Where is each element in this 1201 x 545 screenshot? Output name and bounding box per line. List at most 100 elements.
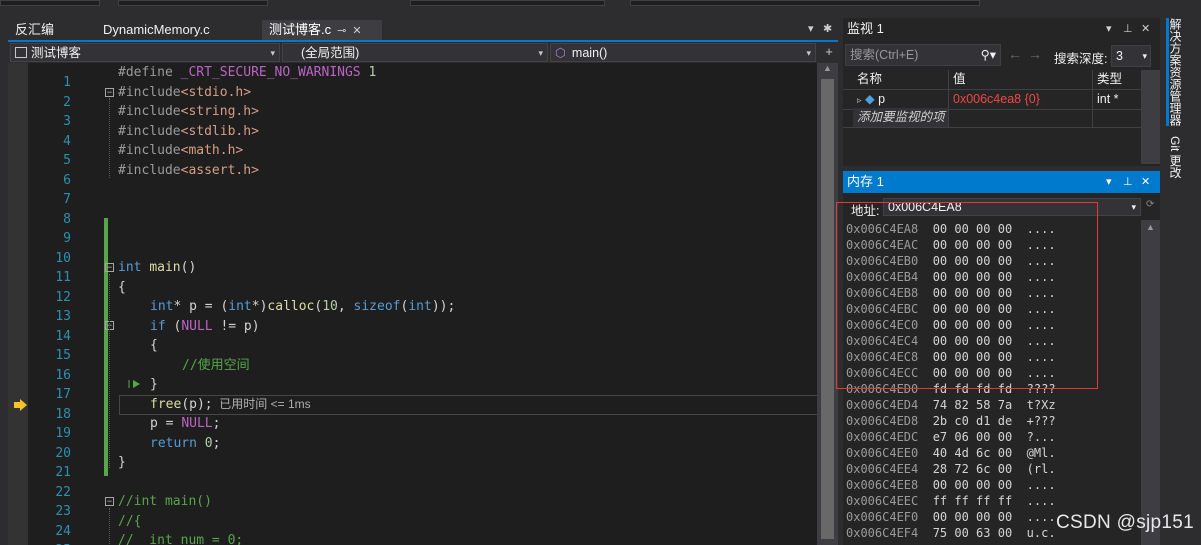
tab-solution-explorer[interactable]: 解决方案资源管理器 (1166, 18, 1184, 126)
column-header-value[interactable]: 值 (949, 70, 1089, 89)
memory-ascii: .... (1026, 494, 1056, 508)
pin-icon[interactable]: ⊥ (1123, 18, 1133, 40)
back-arrow-icon[interactable]: ← (1008, 46, 1022, 62)
function-icon: ⬡ (555, 46, 566, 60)
line-number: 15 (55, 348, 71, 363)
search-depth-select[interactable]: 3 ▾ (1111, 45, 1151, 67)
code-area[interactable]: #define _CRT_SECURE_NO_WARNINGS 1 #inclu… (102, 63, 817, 545)
memory-bytes[interactable]: 00 00 00 00 (933, 478, 1012, 492)
memory-bytes[interactable]: 2b c0 d1 de (933, 414, 1012, 428)
forward-arrow-icon[interactable]: → (1028, 46, 1042, 62)
memory-ascii: +??? (1026, 414, 1056, 428)
memory-address: 0x006C4ED8 (846, 414, 919, 428)
panel-menu-icon[interactable]: ▾ (1106, 171, 1112, 193)
code-line: return 0; (150, 435, 221, 451)
watch-table: 名称 值 类型 ▹ ◆ p 0x006c4ea8 {0} int * 添加要监视… (843, 70, 1141, 166)
memory-address: 0x006C4EF4 (846, 526, 919, 540)
close-icon[interactable]: ✕ (1141, 171, 1150, 193)
breakpoint-margin[interactable] (8, 63, 28, 545)
toolbar-fragment (118, 0, 268, 6)
line-number: 8 (63, 211, 71, 227)
line-number: 7 (63, 192, 71, 207)
code-line: #include<assert.h> (118, 162, 259, 178)
watch-vertical-scrollbar[interactable] (1141, 70, 1160, 164)
code-line: #include<string.h> (118, 104, 259, 119)
project-dropdown[interactable]: 测试博客 ▾ (10, 43, 280, 62)
memory-bytes[interactable]: 00 00 00 00 (933, 510, 1012, 524)
scroll-up-icon[interactable]: ▲ (817, 63, 838, 77)
document-tab-bar: 反汇编 DynamicMemory.c 测试博客.c ⊸ ✕ ▾ ✱ (8, 18, 838, 42)
memory-row[interactable]: 0x006C4ED8 2b c0 d1 de +??? (846, 413, 1056, 429)
pin-icon[interactable]: ⊸ (337, 25, 346, 37)
line-number: 3 (63, 114, 71, 129)
watch-row-type: int * (1097, 92, 1119, 106)
line-number: 16 (55, 367, 71, 383)
panel-menu-icon[interactable]: ▾ (1106, 18, 1112, 40)
code-editor: 反汇编 DynamicMemory.c 测试博客.c ⊸ ✕ ▾ ✱ 测试博客 ▾ (… (8, 18, 838, 545)
code-line: //使用空间 (182, 357, 250, 373)
column-header-type[interactable]: 类型 (1093, 70, 1141, 89)
memory-row[interactable]: 0x006C4EDC e7 06 00 00 ?... (846, 429, 1056, 445)
search-icon[interactable]: ⚲▾ (981, 45, 996, 65)
watch-search-input[interactable]: 搜索(Ctrl+E) ⚲▾ (845, 44, 1001, 66)
function-dropdown[interactable]: ⬡ main() ▾ (550, 43, 816, 62)
toolbar-fragment (0, 0, 100, 6)
memory-bytes[interactable]: 74 82 58 7a (933, 398, 1012, 412)
scrollbar-thumb[interactable] (821, 79, 834, 539)
memory-row[interactable]: 0x006C4EF4 75 00 63 00 u.c. (846, 525, 1056, 541)
column-header-name[interactable]: 名称 (853, 70, 948, 89)
watch-row-value[interactable]: 0x006c4ea8 {0} (949, 90, 1089, 109)
code-line: #include<stdio.h> (118, 84, 252, 100)
pin-icon[interactable]: ⊥ (1123, 171, 1133, 193)
memory-bytes[interactable]: 28 72 6c 00 (933, 462, 1012, 476)
add-watch-item-input[interactable]: 添加要监视的项 (853, 108, 948, 127)
memory-row[interactable]: 0x006C4EE8 00 00 00 00 .... (846, 477, 1056, 493)
code-line-current: free(p); 已用时间 <= 1ms (150, 396, 311, 412)
line-number: 23 (55, 504, 71, 519)
expand-icon[interactable]: ▹ (857, 95, 862, 105)
memory-bytes[interactable]: ff ff ff ff (933, 494, 1012, 508)
memory-row[interactable]: 0x006C4EEC ff ff ff ff .... (846, 493, 1056, 509)
split-editor-icon[interactable]: + (820, 42, 838, 63)
close-icon[interactable]: ✕ (1141, 18, 1150, 40)
search-depth-label: 搜索深度: (1054, 52, 1108, 66)
chevron-down-icon: ▾ (806, 48, 811, 58)
memory-row[interactable]: 0x006C4EF0 00 00 00 00 .... (846, 509, 1056, 525)
code-line: #include<stdlib.h> (118, 123, 259, 139)
watch-panel: 监视 1 ▾ ⊥ ✕ 搜索(Ctrl+E) ⚲▾ ← → 搜索深度: 3 ▾ 名称 … (843, 18, 1160, 166)
tab-list-dropdown-icon[interactable]: ▾ (808, 22, 814, 35)
tab-dynamicmemory[interactable]: DynamicMemory.c (96, 20, 262, 40)
tab-test-blog[interactable]: 测试博客.c ⊸ ✕ (262, 20, 382, 40)
scroll-up-icon[interactable]: ▲ (1146, 222, 1155, 232)
chevron-down-icon: ▾ (538, 48, 543, 58)
memory-bytes[interactable]: e7 06 00 00 (933, 430, 1012, 444)
gear-icon[interactable]: ✱ (823, 22, 832, 35)
tab-git-changes[interactable]: Git 更改 (1166, 136, 1184, 179)
memory-bytes[interactable]: 40 4d 6c 00 (933, 446, 1012, 460)
memory-ascii: u.c. (1026, 526, 1056, 540)
chevron-down-icon[interactable]: ▾ (1131, 199, 1136, 215)
memory-address: 0x006C4EF0 (846, 510, 919, 524)
memory-row[interactable]: 0x006C4EE0 40 4d 6c 00 @Ml. (846, 445, 1056, 461)
tab-label: 测试博客.c (269, 22, 332, 37)
code-line: p = NULL; (150, 416, 221, 431)
line-number: 13 (55, 309, 71, 324)
memory-address: 0x006C4EDC (846, 430, 919, 444)
memory-vertical-scrollbar[interactable]: ▲ (1141, 220, 1160, 545)
watch-panel-title: 监视 1 (847, 21, 884, 36)
memory-bytes[interactable]: 75 00 63 00 (933, 526, 1012, 540)
watch-row-name[interactable]: ▹ ◆ p (853, 90, 948, 109)
memory-ascii: ?... (1026, 430, 1056, 444)
tab-disassembly[interactable]: 反汇编 (8, 20, 96, 40)
chevron-down-icon: ▾ (270, 48, 275, 58)
memory-row[interactable]: 0x006C4ED4 74 82 58 7a t?Xz (846, 397, 1056, 413)
memory-ascii: t?Xz (1026, 398, 1056, 412)
refresh-icon[interactable]: ⟳ (1146, 199, 1154, 210)
code-line: //int main() (118, 494, 212, 509)
close-icon[interactable]: ✕ (352, 25, 361, 37)
memory-ascii: @Ml. (1026, 446, 1056, 460)
memory-row[interactable]: 0x006C4EE4 28 72 6c 00 (rl. (846, 461, 1056, 477)
editor-vertical-scrollbar[interactable]: ▲ (817, 63, 838, 545)
scope-dropdown[interactable]: (全局范围) ▾ (282, 43, 548, 62)
annotation-highlight-box (836, 202, 1098, 389)
